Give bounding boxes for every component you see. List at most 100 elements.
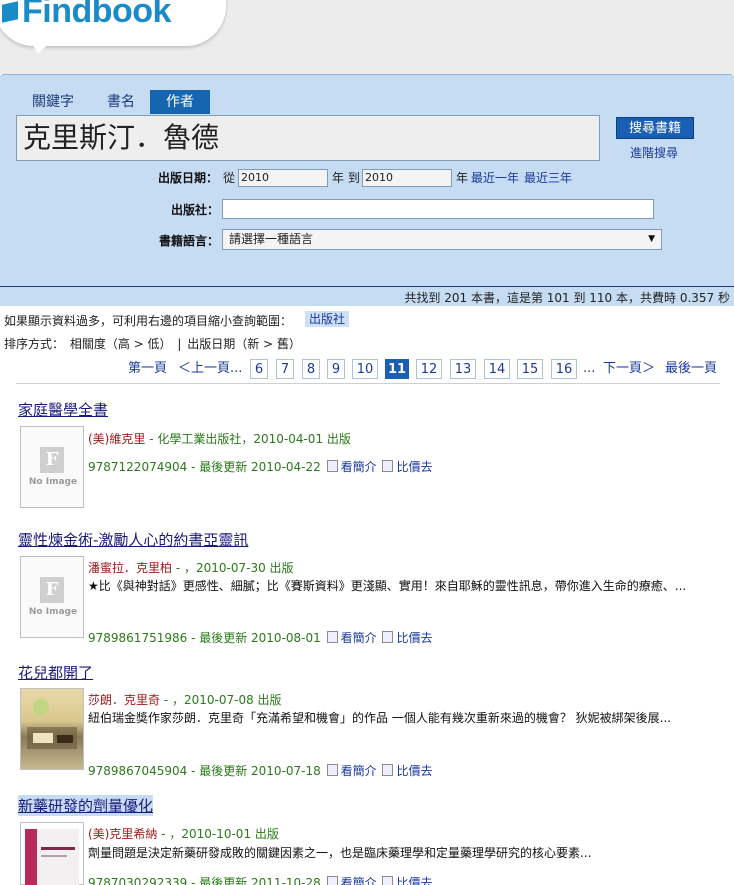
page-link[interactable]: 13 — [450, 359, 476, 379]
compare-price-link[interactable]: 比價去 — [396, 876, 432, 885]
view-summary-link[interactable]: 看簡介 — [341, 764, 377, 778]
book-publisher-date: - ，2010-10-01 出版 — [157, 827, 279, 841]
search-input[interactable]: 克里斯汀．魯德 — [16, 115, 600, 161]
book-author-link[interactable]: 莎朗．克里奇 — [88, 693, 160, 707]
page-link[interactable]: 12 — [416, 359, 442, 379]
date-from-label: 從 — [223, 171, 236, 185]
tab-author[interactable]: 作者 — [150, 90, 210, 114]
last-page-link[interactable]: 最後一頁 — [665, 359, 717, 379]
publisher-filter-link[interactable]: 出版社 — [305, 311, 350, 327]
date-year-label: 年 — [456, 171, 469, 185]
compare-price-link[interactable]: 比價去 — [396, 764, 432, 778]
date-to-input[interactable]: 2010 — [362, 169, 452, 187]
book-isbn-row: 9789867045904 - 最後更新 2010-07-18 看簡介 比價去 — [88, 762, 432, 779]
pagination-ellipsis: ... — [583, 361, 596, 376]
price-compare-icon — [382, 876, 394, 885]
book-meta: (美)克里希納 - ，2010-10-01 出版 — [88, 825, 279, 842]
no-image-label: No Image — [28, 607, 78, 617]
book-description: ★比《與神對話》更感性、細膩；比《賽斯資料》更淺顯、實用！來自耶穌的靈性訊息，帶… — [88, 579, 687, 593]
book-publisher-date: - 化學工業出版社，2010-04-01 出版 — [145, 432, 351, 446]
book-description: 紐伯瑞金獎作家莎朗．克里奇「充滿希望和機會」的作品 一個人能有幾次重新來過的機會… — [88, 711, 672, 725]
price-compare-icon — [382, 460, 394, 472]
publisher-input[interactable] — [222, 199, 654, 219]
book-isbn-row: 9787030292339 - 最後更新 2011-10-28 看簡介 比價去 — [88, 874, 432, 885]
book-cover-image[interactable] — [20, 822, 84, 885]
book-isbn-update: 9789861751986 - 最後更新 2010-08-01 — [88, 631, 321, 645]
price-compare-icon — [382, 764, 394, 776]
book-title-link[interactable]: 花兒都開了 — [18, 662, 93, 683]
book-isbn-update: 9787030292339 - 最後更新 2011-10-28 — [88, 876, 321, 885]
page-link[interactable]: 9 — [327, 359, 345, 379]
site-header: Findbook — [0, 0, 734, 74]
book-title-link[interactable]: 靈性煉金術-激勵人心的約書亞靈訊 — [18, 529, 248, 550]
search-panel: 關鍵字 書名 作者 克里斯汀．魯德 搜尋書籍 進階搜尋 出版日期： 從 2010… — [0, 74, 734, 286]
tab-book-title[interactable]: 書名 — [98, 90, 144, 114]
page-link[interactable]: 15 — [517, 359, 543, 379]
last-year-link[interactable]: 最近一年 — [471, 169, 519, 186]
page-link[interactable]: 8 — [302, 359, 320, 379]
book-cover-placeholder[interactable]: F No Image — [20, 426, 84, 508]
no-image-label: No Image — [28, 477, 78, 487]
results-stats-bar: 共找到 201 本書，這是第 101 到 110 本，共費時 0.357 秒 — [0, 286, 734, 306]
logo-bubble-tail — [28, 36, 56, 54]
logo-book-icon — [2, 1, 18, 23]
book-title-link[interactable]: 家庭醫學全書 — [18, 399, 108, 420]
last-three-years-link[interactable]: 最近三年 — [524, 169, 572, 186]
results-stats-text: 共找到 201 本書，這是第 101 到 110 本，共費時 0.357 秒 — [404, 291, 730, 305]
book-meta: 潘蜜拉．克里柏 - ，2010-07-30 出版 — [88, 559, 294, 576]
book-author-link[interactable]: 潘蜜拉．克里柏 — [88, 561, 172, 575]
book-description: 劑量問題是決定新藥研發成敗的關鍵因素之一，也是臨床藥理學和定量藥理學研究的核心要… — [88, 846, 592, 860]
book-title-link[interactable]: 新藥研發的劑量優化 — [18, 795, 154, 816]
edit-note-icon — [326, 460, 338, 472]
view-summary-link[interactable]: 看簡介 — [341, 876, 377, 885]
search-books-button[interactable]: 搜尋書籍 — [616, 117, 694, 139]
page-link[interactable]: 6 — [250, 359, 268, 379]
date-year-to-label: 年 到 — [332, 171, 360, 185]
compare-price-link[interactable]: 比價去 — [396, 460, 432, 474]
price-compare-icon — [382, 631, 394, 643]
compare-price-link[interactable]: 比價去 — [396, 631, 432, 645]
advanced-search-link[interactable]: 進階搜尋 — [630, 144, 678, 161]
sort-label: 排序方式： — [4, 337, 65, 351]
book-author-link[interactable]: (美)維克里 — [88, 432, 145, 446]
sort-options: 排序方式： 相關度（高 > 低） | 出版日期（新 > 舊） — [4, 335, 303, 352]
language-select[interactable]: 請選擇一種語言 ▼ — [222, 229, 662, 250]
current-page: 11 — [385, 359, 409, 379]
no-image-icon: F — [40, 577, 64, 603]
book-isbn-row: 9789861751986 - 最後更新 2010-08-01 看簡介 比價去 — [88, 629, 432, 646]
book-meta: (美)維克里 - 化學工業出版社，2010-04-01 出版 — [88, 430, 351, 447]
book-publisher-date: - ，2010-07-30 出版 — [172, 561, 294, 575]
language-label: 書籍語言： — [159, 234, 220, 248]
sort-separator: | — [177, 337, 182, 351]
sort-relevance-link[interactable]: 相關度（高 > 低） — [70, 337, 172, 351]
date-from-input[interactable]: 2010 — [238, 169, 328, 187]
view-summary-link[interactable]: 看簡介 — [341, 460, 377, 474]
next-page-link[interactable]: 下一頁＞ — [603, 359, 655, 379]
publisher-label: 出版社： — [171, 203, 220, 217]
no-image-icon: F — [40, 447, 64, 473]
language-select-value: 請選擇一種語言 — [229, 232, 314, 246]
book-cover-art — [27, 699, 77, 749]
first-page-link[interactable]: 第一頁 — [128, 359, 167, 379]
edit-note-icon — [326, 876, 338, 885]
findbook-logo[interactable]: Findbook — [22, 0, 171, 31]
edit-note-icon — [326, 631, 338, 643]
book-publisher-date: - ，2010-07-08 出版 — [160, 693, 282, 707]
sort-date-link[interactable]: 出版日期（新 > 舊） — [187, 337, 301, 351]
book-isbn-update: 9789867045904 - 最後更新 2010-07-18 — [88, 764, 321, 778]
pagination-ellipsis: ... — [230, 361, 243, 376]
divider — [16, 383, 720, 384]
view-summary-link[interactable]: 看簡介 — [341, 631, 377, 645]
page-link[interactable]: 7 — [276, 359, 294, 379]
page-link[interactable]: 16 — [551, 359, 577, 379]
book-author-link[interactable]: (美)克里希納 — [88, 827, 157, 841]
page-link[interactable]: 10 — [352, 359, 378, 379]
filter-hint: 如果顯示資料過多，可利用右邊的項目縮小查詢範圍： — [4, 314, 293, 328]
dropdown-arrow-icon: ▼ — [648, 234, 655, 244]
book-cover-placeholder[interactable]: F No Image — [20, 556, 84, 638]
tab-keyword[interactable]: 關鍵字 — [24, 90, 82, 114]
book-cover-art — [25, 829, 79, 885]
page-link[interactable]: 14 — [484, 359, 510, 379]
book-cover-image[interactable] — [20, 688, 84, 770]
prev-page-link[interactable]: ＜上一頁 — [178, 359, 230, 379]
